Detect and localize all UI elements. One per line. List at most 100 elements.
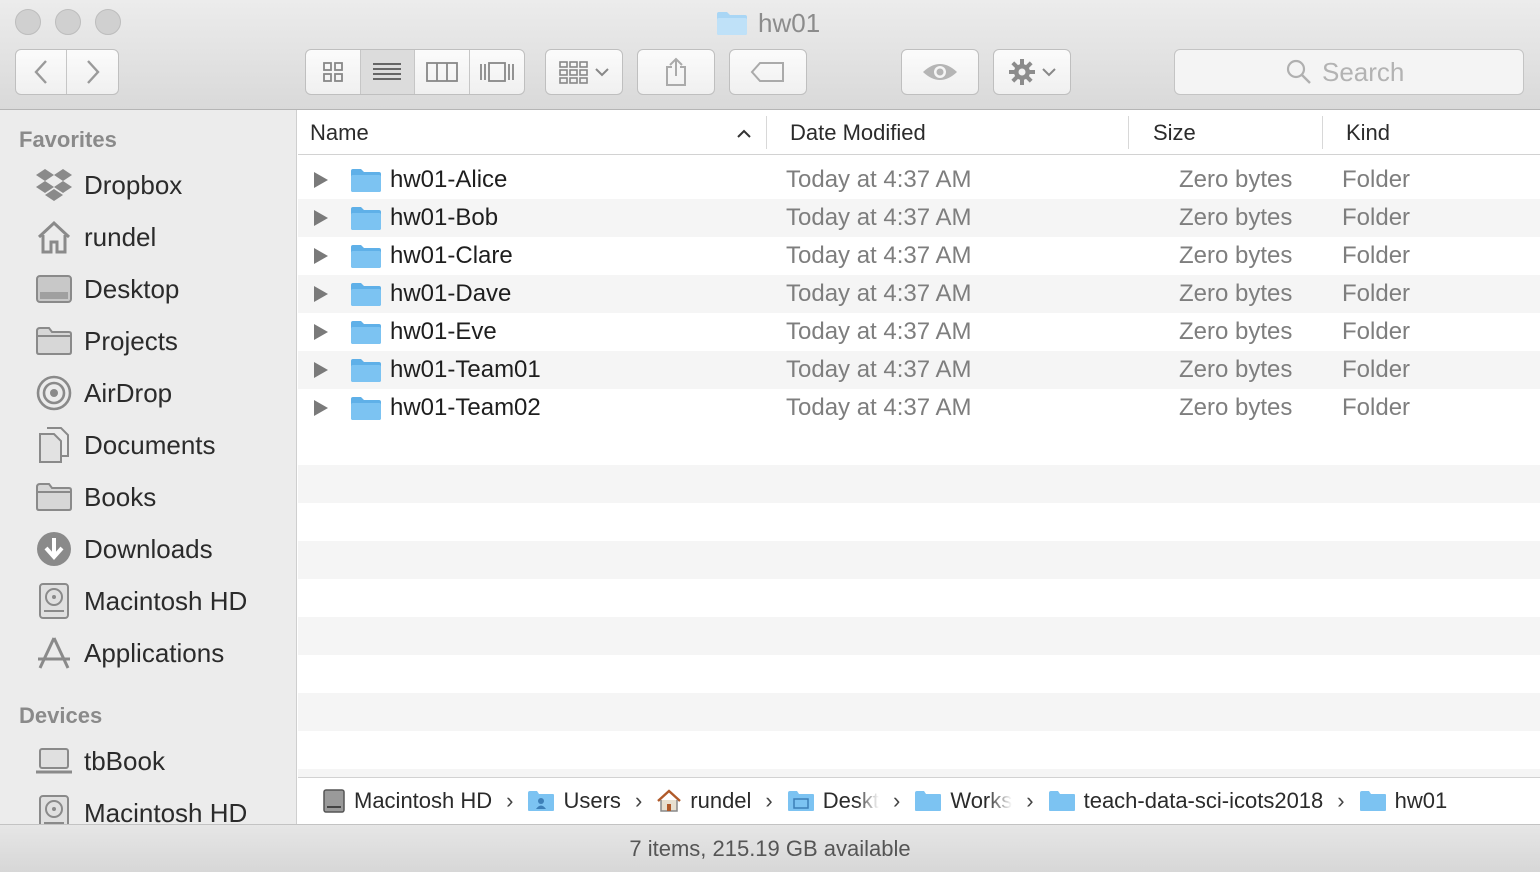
disclosure-triangle-icon[interactable] bbox=[314, 324, 328, 340]
disclosure-triangle-icon[interactable] bbox=[314, 248, 328, 264]
sidebar-item-projects[interactable]: Projects bbox=[0, 317, 296, 365]
column-header-name[interactable]: Name bbox=[310, 110, 766, 155]
empty-row-stripe bbox=[298, 465, 1540, 503]
path-item-teach-data-sci-icots2018[interactable]: teach-data-sci-icots2018 bbox=[1048, 788, 1323, 814]
group-grid-icon bbox=[559, 61, 588, 84]
home-icon bbox=[34, 217, 74, 257]
file-row-hw01-team01[interactable]: hw01-Team01 Today at 4:37 AM Zero bytes … bbox=[298, 351, 1540, 389]
chevron-down-icon bbox=[1042, 68, 1056, 77]
file-row-hw01-clare[interactable]: hw01-Clare Today at 4:37 AM Zero bytes F… bbox=[298, 237, 1540, 275]
file-date: Today at 4:37 AM bbox=[786, 394, 972, 421]
sidebar-item-applications[interactable]: Applications bbox=[0, 629, 296, 677]
column-header-size[interactable]: Size bbox=[1153, 110, 1321, 155]
folder-icon bbox=[34, 477, 74, 517]
file-size: Zero bytes bbox=[1179, 280, 1293, 307]
file-date: Today at 4:37 AM bbox=[786, 318, 972, 345]
file-date: Today at 4:37 AM bbox=[786, 242, 972, 269]
path-separator-chevron-icon: › bbox=[1337, 788, 1345, 813]
file-row-hw01-alice[interactable]: hw01-Alice Today at 4:37 AM Zero bytes F… bbox=[298, 161, 1540, 199]
sidebar-item-macintosh-hd[interactable]: Macintosh HD bbox=[0, 577, 296, 625]
sort-ascending-icon bbox=[737, 129, 751, 138]
back-button[interactable] bbox=[16, 50, 68, 94]
hard-drive-icon bbox=[34, 793, 74, 824]
empty-row-stripe bbox=[298, 617, 1540, 655]
empty-row-stripe bbox=[298, 693, 1540, 731]
file-size: Zero bytes bbox=[1179, 356, 1293, 383]
file-date: Today at 4:37 AM bbox=[786, 204, 972, 231]
folder-icon bbox=[351, 321, 381, 344]
file-kind: Folder bbox=[1342, 280, 1411, 307]
sidebar-item-tbbook[interactable]: tbBook bbox=[0, 737, 296, 785]
path-item-users[interactable]: Users bbox=[527, 788, 621, 814]
icon-view-button[interactable] bbox=[306, 50, 361, 94]
sidebar-item-label: Books bbox=[84, 481, 157, 512]
column-header: Name Date Modified Size Kind bbox=[298, 110, 1540, 155]
downloads-icon bbox=[34, 529, 74, 569]
file-row-hw01-bob[interactable]: hw01-Bob Today at 4:37 AM Zero bytes Fol… bbox=[298, 199, 1540, 237]
chevron-down-icon bbox=[595, 68, 609, 77]
sidebar-item-label: Documents bbox=[84, 429, 216, 460]
sidebar: Favorites Dropbox rundel Desktop Project… bbox=[0, 110, 297, 824]
path-item-macintosh-hd[interactable]: Macintosh HD bbox=[322, 788, 492, 814]
column-header-date-modified[interactable]: Date Modified bbox=[790, 110, 1128, 155]
column-header-kind[interactable]: Kind bbox=[1346, 110, 1526, 155]
sidebar-item-downloads[interactable]: Downloads bbox=[0, 525, 296, 573]
disclosure-triangle-icon[interactable] bbox=[314, 210, 328, 226]
sidebar-item-airdrop[interactable]: AirDrop bbox=[0, 369, 296, 417]
sidebar-item-rundel[interactable]: rundel bbox=[0, 213, 296, 261]
list-view-button[interactable] bbox=[360, 50, 415, 94]
disclosure-triangle-icon[interactable] bbox=[314, 362, 328, 378]
quick-look-button[interactable] bbox=[901, 49, 979, 95]
disclosure-triangle-icon[interactable] bbox=[314, 172, 328, 188]
file-kind: Folder bbox=[1342, 204, 1411, 231]
edit-tags-button[interactable] bbox=[729, 49, 807, 95]
folder-icon bbox=[351, 245, 381, 268]
cover-flow-button[interactable] bbox=[470, 50, 525, 94]
dropbox-icon bbox=[34, 165, 74, 205]
disclosure-triangle-icon[interactable] bbox=[314, 286, 328, 302]
file-kind: Folder bbox=[1342, 394, 1411, 421]
group-by-button[interactable] bbox=[545, 49, 623, 95]
desktop-icon bbox=[34, 269, 74, 309]
folder-icon bbox=[351, 359, 381, 382]
file-date: Today at 4:37 AM bbox=[786, 356, 972, 383]
eye-icon bbox=[923, 64, 957, 80]
disclosure-triangle-icon[interactable] bbox=[314, 400, 328, 416]
column-separator[interactable] bbox=[1322, 116, 1323, 149]
folder-icon bbox=[1048, 791, 1075, 811]
sidebar-item-dropbox[interactable]: Dropbox bbox=[0, 161, 296, 209]
sidebar-item-books[interactable]: Books bbox=[0, 473, 296, 521]
path-item-hw01[interactable]: hw01 bbox=[1359, 788, 1447, 814]
sidebar-item-documents[interactable]: Documents bbox=[0, 421, 296, 469]
sidebar-item-device-macintosh-hd[interactable]: Macintosh HD bbox=[0, 789, 296, 824]
close-window-button[interactable] bbox=[15, 9, 41, 35]
icon-grid-icon bbox=[322, 62, 343, 82]
search-input[interactable] bbox=[1322, 56, 1412, 88]
toolbar: hw01 bbox=[0, 0, 1540, 110]
column-separator[interactable] bbox=[1128, 116, 1129, 149]
file-row-hw01-team02[interactable]: hw01-Team02 Today at 4:37 AM Zero bytes … bbox=[298, 389, 1540, 427]
path-item-rundel[interactable]: rundel bbox=[656, 788, 751, 814]
window-title: hw01 bbox=[716, 6, 820, 40]
folder-icon bbox=[1359, 791, 1386, 811]
sidebar-item-label: Applications bbox=[84, 637, 225, 668]
view-mode-control bbox=[305, 49, 525, 95]
zoom-window-button[interactable] bbox=[95, 9, 121, 35]
file-name: hw01-Bob bbox=[390, 204, 499, 231]
folder-icon bbox=[915, 791, 942, 811]
file-row-hw01-dave[interactable]: hw01-Dave Today at 4:37 AM Zero bytes Fo… bbox=[298, 275, 1540, 313]
sidebar-item-label: Downloads bbox=[84, 533, 213, 564]
sidebar-item-desktop[interactable]: Desktop bbox=[0, 265, 296, 313]
documents-icon bbox=[34, 425, 74, 465]
forward-button[interactable] bbox=[67, 50, 118, 94]
minimize-window-button[interactable] bbox=[55, 9, 81, 35]
sidebar-item-label: Macintosh HD bbox=[84, 585, 248, 616]
file-row-hw01-eve[interactable]: hw01-Eve Today at 4:37 AM Zero bytes Fol… bbox=[298, 313, 1540, 351]
share-button[interactable] bbox=[637, 49, 715, 95]
column-separator[interactable] bbox=[766, 116, 767, 149]
action-menu-button[interactable] bbox=[993, 49, 1071, 95]
column-view-button[interactable] bbox=[415, 50, 470, 94]
search-field[interactable] bbox=[1174, 49, 1524, 95]
path-item-desktop[interactable]: Deskt bbox=[787, 788, 879, 814]
path-item-works[interactable]: Works bbox=[914, 788, 1012, 814]
